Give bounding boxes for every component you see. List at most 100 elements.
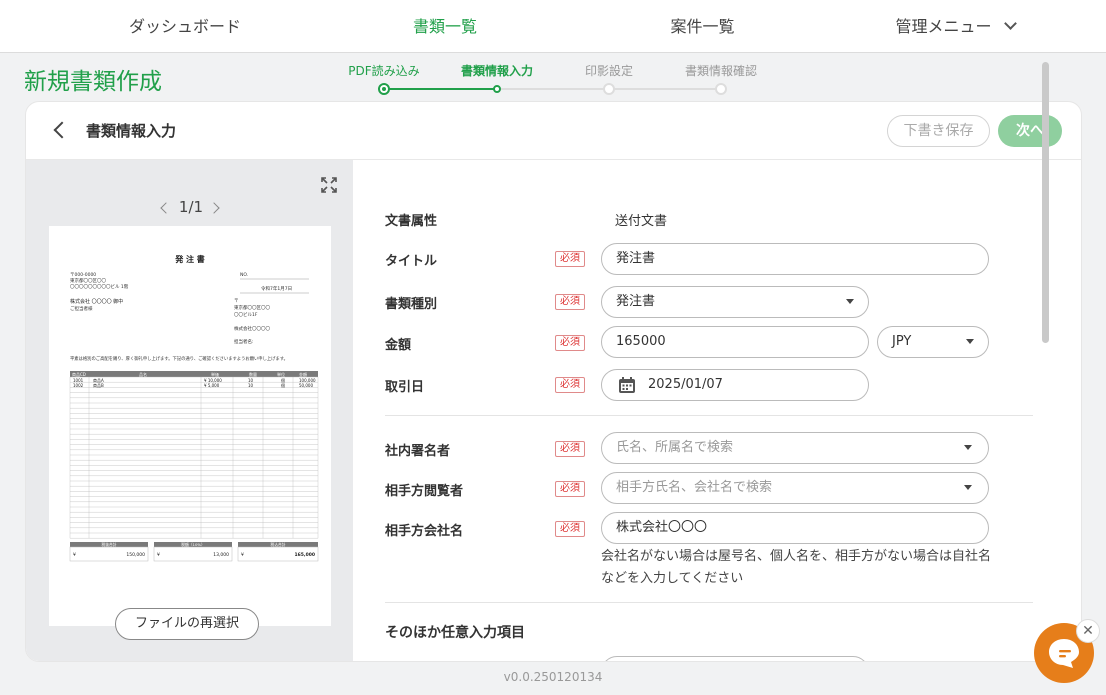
counterparty-viewer-select[interactable]: 相手方氏名、会社名で検索: [601, 472, 989, 504]
required-badge: 必須: [555, 441, 585, 457]
document-info-form: 文書属性 送付文書 タイトル 必須 発注書 書類種別 必須 発注書 金額 必須 …: [353, 160, 1081, 661]
internal-signer-label: 社内署名者: [385, 444, 451, 459]
doc-total-value-3: 165,000: [295, 552, 316, 558]
doc-to: 株式会社 〇〇〇〇 御中: [70, 298, 123, 305]
calendar-icon: [619, 377, 635, 393]
nav-admin-menu[interactable]: 管理メニュー: [880, 0, 1030, 53]
nav-documents[interactable]: 書類一覧: [380, 0, 510, 53]
doc-th-amount: 金額: [299, 371, 307, 377]
doc-total-value-2: 13,000: [213, 552, 229, 558]
doc-no-label: NO.: [240, 272, 248, 278]
svg-text:¥: ¥: [241, 552, 244, 558]
doc-type-select[interactable]: 発注書: [601, 286, 869, 318]
doc-addr2: 東京都〇〇区〇〇: [70, 277, 106, 284]
amount-label: 金額: [385, 338, 412, 353]
document-card: 書類情報入力 下書き保存 次へ 1/1 発 注 書 〒000-0000 東京都〇…: [25, 101, 1082, 662]
step-dot-seal: [603, 83, 615, 95]
optional-date-input[interactable]: [601, 656, 869, 661]
currency-select[interactable]: JPY: [877, 326, 989, 358]
step-label-seal: 印影設定: [584, 64, 634, 78]
reselect-file-button[interactable]: ファイルの再選択: [115, 608, 259, 640]
doc-th-code: 商品CD: [72, 371, 86, 377]
doc-from2: 東京都〇〇区〇〇: [234, 304, 270, 311]
counterparty-viewer-label: 相手方閲覧者: [385, 484, 464, 499]
back-arrow-icon[interactable]: [53, 121, 71, 139]
counterparty-company-input[interactable]: 株式会社〇〇〇: [601, 512, 989, 544]
doc-attr-value: 送付文書: [615, 214, 668, 229]
progress-stepper: PDF読み込み 書類情報入力 印影設定 書類情報確認: [340, 62, 770, 98]
doc-from1: 〒: [234, 298, 239, 304]
nav-dashboard[interactable]: ダッシュボード: [110, 0, 260, 53]
doc-total-label-3: 税込合計: [270, 542, 285, 547]
top-nav: ダッシュボード 書類一覧 案件一覧 管理メニュー: [0, 0, 1106, 53]
nav-projects[interactable]: 案件一覧: [640, 0, 765, 53]
required-badge: 必須: [555, 251, 585, 267]
amount-input[interactable]: 165000: [601, 326, 869, 358]
doc-type-value: 発注書: [616, 294, 656, 309]
required-badge: 必須: [555, 481, 585, 497]
step-label-info: 書類情報入力: [460, 64, 534, 78]
doc-total-label-2: 税額（10%）: [181, 542, 205, 547]
step-dot-confirm: [715, 83, 727, 95]
card-header: 書類情報入力 下書き保存 次へ: [26, 102, 1081, 160]
pdf-preview-pane: 1/1 発 注 書 〒000-0000 東京都〇〇区〇〇 〇〇〇〇〇〇〇〇〇ビル…: [26, 160, 353, 661]
doc-from5: 担当者名:: [234, 338, 254, 345]
required-badge: 必須: [555, 335, 585, 351]
title-label: タイトル: [385, 254, 438, 269]
caret-down-icon: [846, 299, 854, 304]
doc-total-value-1: 150,000: [126, 552, 145, 558]
save-draft-button[interactable]: 下書き保存: [887, 115, 990, 147]
trade-date-label: 取引日: [385, 380, 425, 395]
title-input[interactable]: 発注書: [601, 243, 989, 275]
step-label-confirm: 書類情報確認: [684, 64, 758, 78]
doc-th-unit: 単位: [277, 371, 285, 377]
doc-from4: 株式会社〇〇〇〇: [234, 325, 270, 332]
doc-r2-name: 商品B: [93, 382, 104, 388]
internal-signer-select[interactable]: 氏名、所属名で検索: [601, 432, 989, 464]
purchase-order-preview: 発 注 書 〒000-0000 東京都〇〇区〇〇 〇〇〇〇〇〇〇〇〇ビル 1階 …: [69, 254, 319, 562]
trade-date-input[interactable]: 2025/01/07: [601, 369, 869, 401]
page-title: 新規書類作成: [24, 69, 162, 95]
doc-heading: 発 注 書: [174, 254, 205, 264]
step-line-done: [384, 88, 497, 90]
card-title: 書類情報入力: [86, 122, 177, 140]
step-label-pdf: PDF読み込み: [348, 64, 420, 78]
counterparty-company-label: 相手方会社名: [385, 524, 464, 539]
caret-down-icon: [964, 445, 972, 450]
step-dot-pdf: [378, 83, 390, 95]
required-badge: 必須: [555, 294, 585, 310]
step-dot-info: [493, 85, 501, 93]
version-label: v0.0.250120134: [503, 670, 603, 684]
next-button[interactable]: 次へ: [998, 115, 1062, 147]
counterparty-viewer-placeholder: 相手方氏名、会社名で検索: [616, 480, 773, 495]
doc-r2-qty: 10: [248, 383, 254, 388]
internal-signer-placeholder: 氏名、所属名で検索: [616, 440, 734, 455]
doc-r2-code: 1002: [73, 383, 84, 388]
doc-date: 令和7年1月7日: [261, 285, 292, 292]
svg-text:¥: ¥: [73, 552, 76, 558]
caret-down-icon: [964, 485, 972, 490]
svg-text:¥: ¥: [157, 552, 160, 558]
doc-total-label-1: 税抜合計: [101, 542, 116, 547]
doc-r2-amount: 50,000: [299, 383, 313, 388]
doc-th-price: 単価: [211, 371, 219, 377]
doc-addr1: 〒000-0000: [70, 272, 96, 278]
divider: [385, 602, 1033, 603]
doc-intro: 平素は格別のご高配を賜り、厚く御礼申し上げます。下記の通り、ご確認くださいますよ…: [70, 355, 288, 362]
close-chat-icon[interactable]: ✕: [1076, 619, 1100, 643]
form-scrollbar[interactable]: [1042, 62, 1049, 343]
pdf-page-thumbnail: 発 注 書 〒000-0000 東京都〇〇区〇〇 〇〇〇〇〇〇〇〇〇ビル 1階 …: [49, 226, 331, 626]
doc-th-qty: 数量: [249, 371, 257, 377]
expand-icon[interactable]: [320, 176, 338, 194]
required-badge: 必須: [555, 377, 585, 393]
counterparty-company-hint: 会社名がない場合は屋号名、個人名を、相手方がない場合は自社名などを入力してくださ…: [601, 549, 992, 586]
doc-type-label: 書類種別: [385, 297, 438, 312]
currency-value: JPY: [892, 334, 912, 349]
optional-section-title: そのほか任意入力項目: [385, 625, 525, 641]
doc-to2: ご担当者様: [70, 305, 93, 312]
chevron-down-icon: [1003, 17, 1017, 30]
doc-r2-unit: 個: [281, 382, 285, 388]
doc-th-name: 品名: [139, 371, 147, 377]
divider: [385, 415, 1033, 416]
caret-down-icon: [966, 339, 974, 344]
